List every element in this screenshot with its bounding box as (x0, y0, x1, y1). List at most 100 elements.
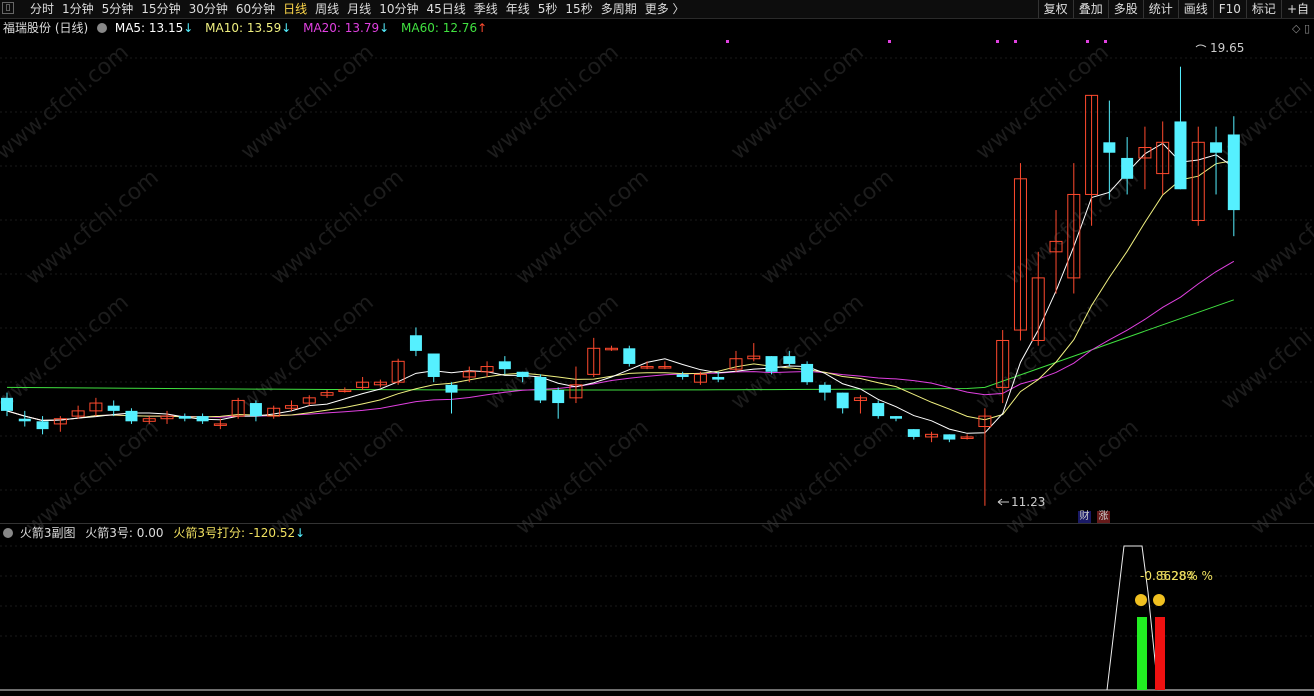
ma60-line (6, 299, 1234, 391)
sub-indicator-chart[interactable]: -0.8628% %5.284 (0, 542, 1314, 696)
tool-button[interactable]: 多股 (1107, 0, 1143, 18)
period-tab[interactable]: 周线 (311, 0, 343, 18)
diamond-icon[interactable]: ◇ ▯ (1292, 22, 1310, 35)
period-tabs: 分时 1分钟 5分钟 15分钟 30分钟 60分钟 日线 周线 月线 10分钟 45日线 季线 年线 5秒… (26, 0, 689, 18)
ma20-line (6, 260, 1235, 421)
period-tab[interactable]: 45日线 (422, 0, 469, 18)
period-tab[interactable]: 分时 (26, 0, 58, 18)
tool-button[interactable]: 画线 (1177, 0, 1213, 18)
ma10-value: MA10: 13.59 (205, 21, 282, 35)
tool-button[interactable]: 标记 (1245, 0, 1281, 18)
tool-button[interactable]: 叠加 (1072, 0, 1108, 18)
red-bar (1155, 617, 1165, 690)
candle-body (498, 361, 511, 370)
panel-divider[interactable] (0, 523, 1314, 524)
main-info-bar: 福瑞股份 (日线) MA5: 13.15↓ MA10: 13.59↓ MA20:… (0, 20, 487, 36)
high-pointer (1195, 44, 1207, 48)
candle-body (445, 384, 458, 393)
period-tab[interactable]: 5秒 (534, 0, 562, 18)
candle-body (427, 353, 440, 377)
candle-body (765, 356, 778, 372)
finance-badge[interactable]: 财 (1078, 511, 1091, 523)
sad-face-icon (1135, 594, 1147, 606)
ma5-arrow: ↓ (183, 21, 194, 35)
signal-marker (1014, 40, 1017, 43)
period-tab[interactable]: 多周期 (597, 0, 641, 18)
signal-marker (996, 40, 999, 43)
candle-body (1227, 134, 1240, 211)
candle-body (18, 418, 31, 422)
sub-arrow: ↓ (295, 526, 306, 540)
sub-value-1: 火箭3号: 0.00 (85, 526, 164, 540)
candle-body (712, 376, 725, 380)
panel-toggle-icon[interactable]: ▯ (2, 2, 14, 14)
candle-body (818, 384, 831, 393)
candle-body (409, 335, 422, 351)
tool-button[interactable]: 统计 (1142, 0, 1178, 18)
green-bar (1137, 617, 1147, 690)
candle-body (249, 403, 262, 417)
period-tab[interactable]: 更多 〉 (641, 0, 689, 18)
period-tab[interactable]: 季线 (470, 0, 502, 18)
sub-value-2: 火箭3号打分: -120.52 (173, 526, 296, 540)
settings-circle-icon[interactable] (97, 23, 108, 33)
ma10-line (6, 160, 1234, 421)
ma5-value: MA5: 13.15 (114, 21, 184, 35)
candle-body (676, 374, 689, 377)
candle-body (1210, 142, 1223, 153)
candle-body (534, 376, 547, 401)
top-toolbar: ▯ 分时 1分钟 5分钟 15分钟 30分钟 60分钟 日线 周线 月线 10分钟 45日线 季线 年线… (0, 0, 1314, 19)
smile-face-icon (1153, 594, 1165, 606)
stock-name[interactable]: 福瑞股份 (日线) (3, 21, 88, 35)
candle-body (943, 434, 956, 440)
tool-button[interactable]: 复权 (1037, 0, 1073, 18)
candle-body (907, 429, 920, 437)
candle-body (783, 356, 796, 364)
period-tab[interactable]: 年线 (502, 0, 534, 18)
candle-body (1, 397, 13, 411)
tool-button[interactable]: +自 (1280, 0, 1314, 18)
limit-up-badge[interactable]: 涨 (1097, 511, 1110, 523)
candle-body (1121, 157, 1134, 179)
candle-body (36, 421, 49, 430)
ma20-value: MA20: 13.79 (303, 21, 380, 35)
candle-body (890, 416, 902, 419)
candle-body (516, 371, 529, 377)
candlestick-chart[interactable]: 19.65 11.23 (0, 38, 1314, 523)
candle-body (178, 416, 191, 419)
ma10-arrow: ↓ (281, 21, 292, 35)
candle-body (836, 392, 849, 409)
high-price-label: 19.65 (1210, 41, 1244, 55)
low-pointer (997, 498, 1009, 506)
low-price-label: 11.23 (1011, 495, 1045, 509)
candle-body (1174, 121, 1187, 190)
candle-body (1103, 142, 1116, 153)
period-tab[interactable]: 日线 (279, 0, 311, 18)
overlap-text-2: 5.284 (1160, 569, 1194, 583)
period-tab[interactable]: 1分钟 (58, 0, 98, 18)
signal-marker (1104, 40, 1107, 43)
sub-indicator-name[interactable]: 火箭3副图 (20, 526, 76, 540)
signal-marker (888, 40, 891, 43)
period-tab[interactable]: 60分钟 (232, 0, 279, 18)
period-tab[interactable]: 15秒 (561, 0, 596, 18)
sub-settings-circle-icon[interactable] (3, 528, 13, 538)
candle-body (872, 403, 885, 417)
candle-body (623, 348, 636, 364)
candle-body (107, 405, 120, 411)
period-tab[interactable]: 30分钟 (185, 0, 232, 18)
period-tab[interactable]: 10分钟 (375, 0, 422, 18)
period-tab[interactable]: 15分钟 (137, 0, 184, 18)
ma20-arrow: ↓ (379, 21, 390, 35)
candle-body (196, 416, 209, 422)
signal-marker (726, 40, 729, 43)
tool-buttons: 复权 叠加 多股 统计 画线 F10 标记 +自 (1037, 0, 1314, 18)
candle-body (125, 410, 138, 422)
ma60-arrow: ↑ (477, 21, 488, 35)
sub-info-bar: 火箭3副图 火箭3号: 0.00 火箭3号打分: -120.52↓ (0, 525, 305, 541)
candle-body (552, 390, 565, 404)
ma60-value: MA60: 12.76 (401, 21, 478, 35)
tool-button[interactable]: F10 (1212, 0, 1246, 18)
period-tab[interactable]: 5分钟 (98, 0, 138, 18)
period-tab[interactable]: 月线 (343, 0, 375, 18)
